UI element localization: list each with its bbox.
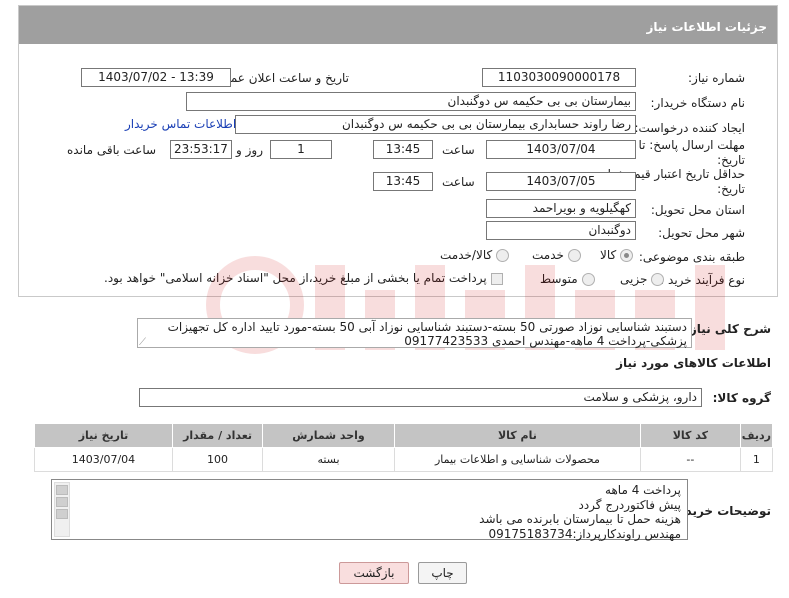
province-label: استان محل تحویل: bbox=[650, 203, 745, 217]
goods-group-field[interactable]: دارو، پزشکی و سلامت bbox=[139, 388, 702, 407]
notes-line-2: پیش فاکتوردرج گردد bbox=[578, 497, 681, 512]
creator-field[interactable]: رضا راوند حسابداری بیمارستان بی بی حکیمه… bbox=[235, 115, 636, 134]
col-unit: واحد شمارش bbox=[262, 423, 395, 448]
cell-need-date: 1403/07/04 bbox=[34, 447, 173, 472]
deadline-date-field[interactable]: 1403/07/04 bbox=[486, 140, 636, 159]
description-textarea[interactable]: دستبند شناسایی نوزاد صورتی 50 بسته-دستبن… bbox=[137, 318, 692, 348]
need-number-label: شماره نیاز: bbox=[688, 71, 745, 85]
table-row[interactable]: 1 -- محصولات شناسایی و اطلاعات بیمار بست… bbox=[34, 447, 774, 472]
announce-datetime-field[interactable]: 1403/07/02 - 13:39 bbox=[81, 68, 231, 87]
items-table: ردیف کد کالا نام کالا واحد شمارش تعداد /… bbox=[34, 423, 774, 472]
goods-group-label: گروه کالا: bbox=[712, 391, 771, 405]
col-code: کد کالا bbox=[639, 423, 741, 448]
radio-goods[interactable] bbox=[620, 249, 634, 262]
resize-handle-icon[interactable]: ⟋ bbox=[139, 337, 146, 348]
validity-time-label: ساعت bbox=[442, 175, 475, 189]
remaining-days-field[interactable]: 1 bbox=[270, 140, 332, 159]
validity-date-field[interactable]: 1403/07/05 bbox=[486, 172, 636, 191]
radio-medium[interactable] bbox=[581, 273, 595, 286]
description-line-1: دستبند شناسایی نوزاد صورتی 50 بسته-دستبن… bbox=[167, 320, 687, 334]
notes-line-3: هزینه حمل تا بیمارستان بابرنده می باشد bbox=[479, 512, 681, 526]
notes-scrollbar[interactable] bbox=[54, 482, 70, 537]
creator-label: ایجاد کننده درخواست: bbox=[634, 121, 745, 135]
buyer-org-field[interactable]: بیمارستان بی بی حکیمه س دوگنبدان bbox=[186, 92, 636, 111]
category-both-option[interactable]: کالا/خدمت bbox=[440, 248, 510, 262]
buyer-contact-link[interactable]: اطلاعات تماس خریدار bbox=[125, 117, 236, 131]
cell-code: -- bbox=[639, 447, 741, 472]
col-name: نام کالا bbox=[393, 423, 641, 448]
notes-line-1: پرداخت 4 ماهه bbox=[605, 483, 681, 497]
need-number-field[interactable]: 1103030090000178 bbox=[482, 68, 636, 87]
col-row: ردیف bbox=[739, 423, 774, 448]
process-partial-option[interactable]: جزیی bbox=[620, 272, 665, 286]
validity-time-field[interactable]: 13:45 bbox=[373, 172, 433, 191]
notes-line-4: مهندس راوندکارپرداز:09175183734 bbox=[488, 526, 681, 541]
process-medium-option[interactable]: متوسط bbox=[540, 272, 595, 286]
col-quantity: تعداد / مقدار bbox=[171, 423, 264, 448]
city-field[interactable]: دوگنبدان bbox=[486, 221, 636, 240]
process-label: نوع فرآیند خرید : bbox=[660, 273, 745, 287]
city-label: شهر محل تحویل: bbox=[658, 226, 745, 240]
treasury-payment-option[interactable]: پرداخت تمام یا بخشی از مبلغ خرید،از محل … bbox=[104, 271, 503, 285]
goods-section-title: اطلاعات کالاهای مورد نیاز bbox=[616, 356, 771, 370]
category-goods-option[interactable]: کالا bbox=[600, 248, 634, 262]
buyer-notes-textarea[interactable]: پرداخت 4 ماهه پیش فاکتوردرج گردد هزینه ح… bbox=[51, 479, 688, 541]
col-need-date: تاریخ نیاز bbox=[34, 423, 173, 448]
radio-service[interactable] bbox=[567, 249, 581, 262]
remaining-label: ساعت باقی مانده bbox=[67, 143, 157, 157]
radio-partial[interactable] bbox=[651, 273, 665, 286]
remaining-time-field[interactable]: 23:53:17 bbox=[170, 140, 232, 159]
print-button[interactable]: چاپ bbox=[418, 562, 467, 584]
panel-title: جزئیات اطلاعات نیاز bbox=[19, 6, 777, 44]
treasury-note: پرداخت تمام یا بخشی از مبلغ خرید،از محل … bbox=[104, 271, 487, 285]
table-header-row: ردیف کد کالا نام کالا واحد شمارش تعداد /… bbox=[34, 423, 774, 448]
cell-row: 1 bbox=[739, 447, 774, 472]
deadline-time-field[interactable]: 13:45 bbox=[373, 140, 433, 159]
description-line-2: پزشکی-پرداخت 4 ماهه-مهندس احمدی 09177423… bbox=[404, 334, 687, 348]
cell-name: محصولات شناسایی و اطلاعات بیمار bbox=[393, 447, 641, 472]
radio-both[interactable] bbox=[496, 249, 510, 262]
treasury-checkbox[interactable] bbox=[490, 272, 503, 285]
back-button[interactable]: بازگشت bbox=[339, 562, 409, 584]
cell-unit: بسته bbox=[262, 447, 395, 472]
cell-quantity: 100 bbox=[171, 447, 264, 472]
category-service-option[interactable]: خدمت bbox=[532, 248, 581, 262]
province-field[interactable]: کهگیلویه و بویراحمد bbox=[486, 199, 636, 218]
category-label: طبقه بندی موضوعی: bbox=[638, 250, 745, 264]
deadline-label: مهلت ارسال پاسخ: تا تاریخ: bbox=[638, 138, 745, 167]
description-label: شرح کلی نیاز: bbox=[685, 322, 771, 336]
deadline-time-label: ساعت bbox=[442, 143, 475, 157]
days-label: روز و bbox=[236, 143, 263, 157]
buyer-org-label: نام دستگاه خریدار: bbox=[650, 96, 746, 110]
